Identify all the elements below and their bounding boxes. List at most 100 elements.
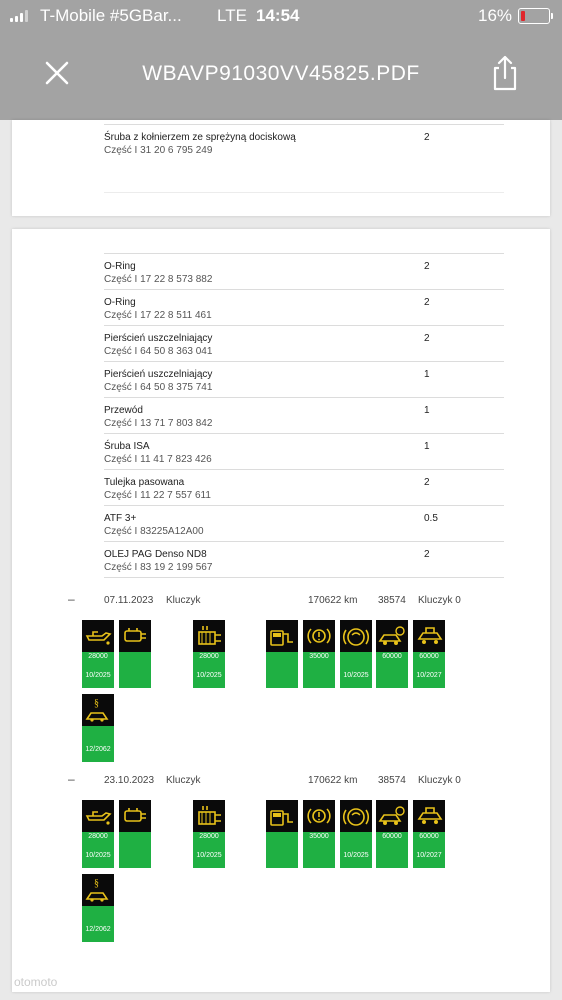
service-due-date: 10/2025 <box>85 672 111 679</box>
vehicle-check-icon <box>119 800 151 832</box>
legal-inspection-icon: § <box>82 694 114 726</box>
carrier-label: T-Mobile #5GBar... <box>40 6 182 25</box>
service-tile: § 12/2062 <box>82 694 114 762</box>
part-number: Część I 11 41 7 823 426 <box>104 454 212 465</box>
service-due-date: 12/2062 <box>85 926 111 933</box>
service-tile: 28000 10/2025 <box>82 800 114 868</box>
service-date: 23.10.2023 <box>104 775 155 786</box>
part-row: Tulejka pasowana Część I 11 22 7 557 611 2 <box>104 469 504 506</box>
mileage: 170622 km <box>308 595 358 606</box>
service-entry-header: – 07.11.2023 Kluczyk 170622 km 38574 Kluczyk … <box>68 592 488 609</box>
service-tile: 60000 10/2027 <box>413 800 445 868</box>
brake-fluid-icon <box>340 620 372 652</box>
service-tile: 35000 <box>303 620 335 688</box>
service-tile: 10/2025 <box>340 620 372 688</box>
service-limit: 35000 <box>309 653 329 660</box>
service-due-date: 10/2025 <box>85 852 111 859</box>
part-number: Część I 17 22 8 573 882 <box>104 274 213 285</box>
service-tile <box>119 800 151 868</box>
part-name: Przewód <box>104 405 143 416</box>
part-row: O-Ring Część I 17 22 8 511 461 2 <box>104 289 504 326</box>
front-brake-icon <box>303 620 335 652</box>
service-limit: 60000 <box>419 833 439 840</box>
part-row: Przewód Część I 13 71 7 803 842 1 <box>104 397 504 434</box>
part-row: Pierścień uszczelniający Część I 64 50 8 … <box>104 325 504 362</box>
legal-inspection-icon: § <box>82 874 114 906</box>
service-tile: 60000 <box>376 800 408 868</box>
key-id: Kluczyk 0 <box>418 775 461 786</box>
vehicle-inspection-icon <box>413 800 445 832</box>
service-date: 07.11.2023 <box>104 595 154 606</box>
part-quantity: 2 <box>424 297 430 308</box>
service-limit: 28000 <box>88 653 108 660</box>
part-quantity: 2 <box>424 333 430 344</box>
service-tile: 28000 10/2025 <box>193 800 225 868</box>
part-quantity: 1 <box>424 369 430 380</box>
part-row: O-Ring Część I 17 22 8 573 882 2 <box>104 253 504 290</box>
part-name: Pierścień uszczelniający <box>104 333 213 344</box>
pdf-page-2: O-Ring Część I 17 22 8 573 882 2 O-Ring Częś… <box>12 229 550 992</box>
part-row: OLEJ PAG Denso ND8 Część I 83 19 2 199 56… <box>104 541 504 578</box>
network-type: LTE <box>217 6 247 25</box>
service-due-date: 12/2062 <box>85 746 111 753</box>
part-name: Pierścień uszczelniający <box>104 369 213 380</box>
key-id: Kluczyk 0 <box>418 595 461 606</box>
service-due-date: 10/2025 <box>196 852 222 859</box>
collapse-toggle[interactable]: – <box>68 772 75 786</box>
part-quantity: 0.5 <box>424 513 438 524</box>
battery-percent: 16% <box>478 6 513 25</box>
part-number: Część I 17 22 8 511 461 <box>104 310 212 321</box>
key-label: Kluczyk <box>166 595 201 606</box>
service-due-date: 10/2027 <box>416 672 442 679</box>
part-name: OLEJ PAG Denso ND8 <box>104 549 207 560</box>
pdf-page-1: Śruba z kołnierzem ze sprężyną dociskową… <box>12 120 550 216</box>
clock: 14:54 <box>256 6 300 25</box>
oil-icon <box>82 800 114 832</box>
service-limit: 28000 <box>199 833 219 840</box>
fuel-filter-icon <box>266 800 298 832</box>
svg-text:§: § <box>94 878 99 889</box>
part-row: Śruba ISA Część I 11 41 7 823 426 1 <box>104 433 504 470</box>
fuel-filter-icon <box>266 620 298 652</box>
part-number: Część I 64 50 8 375 741 <box>104 382 213 393</box>
divider <box>104 192 504 193</box>
svg-text:§: § <box>94 698 99 709</box>
service-tile: 28000 10/2025 <box>82 620 114 688</box>
part-quantity: 1 <box>424 405 430 416</box>
part-quantity: 2 <box>424 549 430 560</box>
part-name: Śruba ISA <box>104 441 150 452</box>
status-bar: T-Mobile #5GBar... LTE 14:54 16% <box>0 0 562 34</box>
collapse-toggle[interactable]: – <box>68 592 75 606</box>
service-due-date: 10/2025 <box>196 672 222 679</box>
viewer-toolbar: WBAVP91030VV45825.PDF <box>0 34 562 120</box>
part-name: ATF 3+ <box>104 513 137 524</box>
service-tile: 35000 <box>303 800 335 868</box>
service-tile: 60000 10/2027 <box>413 620 445 688</box>
service-tile: 28000 10/2025 <box>193 620 225 688</box>
service-number: 38574 <box>378 595 406 606</box>
service-limit: 35000 <box>309 833 329 840</box>
service-tile: 10/2025 <box>340 800 372 868</box>
vehicle-check-icon <box>119 620 151 652</box>
part-number: Część I 11 22 7 557 611 <box>104 490 211 501</box>
service-tile: § 12/2062 <box>82 874 114 942</box>
front-brake-icon <box>303 800 335 832</box>
part-number: Część I 83 19 2 199 567 <box>104 562 213 573</box>
part-quantity: 2 <box>424 477 430 488</box>
service-limit: 28000 <box>199 653 219 660</box>
part-name: Śruba z kołnierzem ze sprężyną dociskową <box>104 132 296 143</box>
part-number: Część I 64 50 8 363 041 <box>104 346 213 357</box>
part-number: Część I 13 71 7 803 842 <box>104 418 213 429</box>
share-icon[interactable] <box>488 54 522 92</box>
part-quantity: 1 <box>424 441 430 452</box>
service-tile <box>266 800 298 868</box>
mileage: 170622 km <box>308 775 358 786</box>
microfilter-icon <box>193 800 225 832</box>
service-due-date: 10/2025 <box>343 672 369 679</box>
key-label: Kluczyk <box>166 775 201 786</box>
rear-brake-icon <box>376 620 408 652</box>
part-quantity: 2 <box>424 261 430 272</box>
service-limit: 60000 <box>419 653 439 660</box>
oil-icon <box>82 620 114 652</box>
service-tile <box>119 620 151 688</box>
